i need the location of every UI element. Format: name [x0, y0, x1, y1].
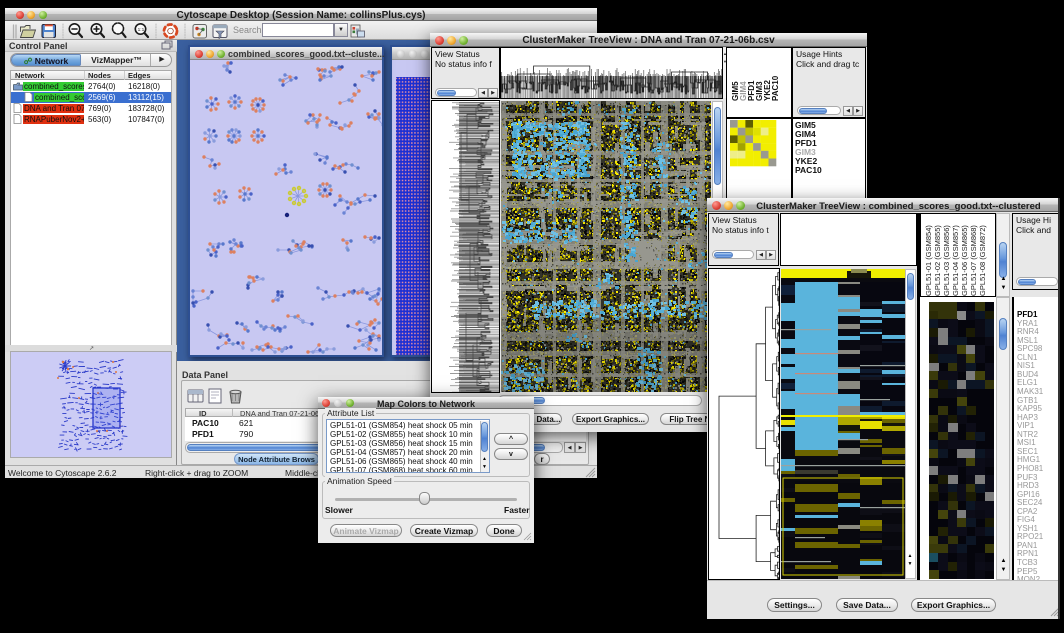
svg-text:1:1: 1:1 [138, 27, 145, 33]
